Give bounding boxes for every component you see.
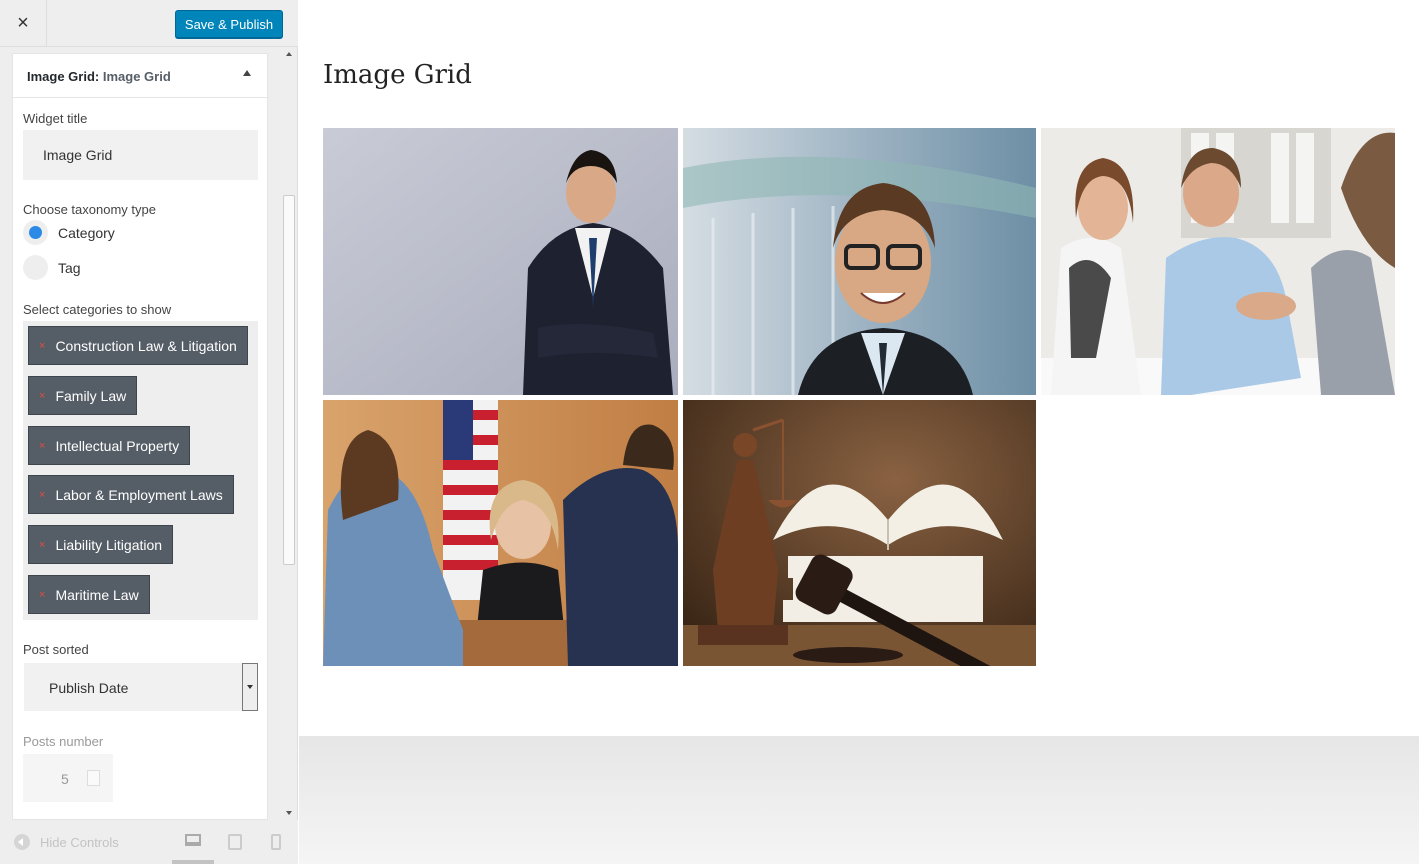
- hide-controls-button[interactable]: Hide Controls: [14, 834, 119, 850]
- categories-select[interactable]: × Construction Law & Litigation × Family L…: [23, 321, 258, 620]
- post-sorted-select[interactable]: Publish Date: [24, 663, 258, 711]
- post-sorted-value: Publish Date: [49, 680, 129, 696]
- widget-title-input[interactable]: [23, 130, 258, 180]
- save-publish-button[interactable]: Save & Publish: [175, 10, 283, 38]
- category-chip[interactable]: × Intellectual Property: [28, 426, 191, 465]
- remove-icon[interactable]: ×: [39, 340, 45, 352]
- category-chip[interactable]: × Maritime Law: [28, 575, 150, 614]
- radio-tag-label: Tag: [58, 260, 81, 276]
- page-title: Image Grid: [323, 60, 472, 90]
- chevron-down-icon[interactable]: [242, 663, 258, 711]
- grid-image-smiling-man[interactable]: [683, 128, 1036, 395]
- grid-image-justice[interactable]: [683, 400, 1036, 666]
- preview-footer-area: [299, 736, 1419, 864]
- tablet-preview-icon[interactable]: [228, 834, 242, 850]
- widget-title-label: Widget title: [23, 111, 88, 126]
- remove-icon[interactable]: ×: [39, 589, 45, 601]
- radio-category[interactable]: [23, 220, 48, 245]
- radio-category-label: Category: [58, 225, 115, 241]
- mobile-preview-icon[interactable]: [271, 834, 281, 850]
- remove-icon[interactable]: ×: [39, 539, 45, 551]
- widget-header[interactable]: Image Grid: Image Grid: [13, 54, 267, 98]
- close-icon[interactable]: ×: [0, 0, 47, 47]
- category-chip[interactable]: × Family Law: [28, 376, 138, 415]
- categories-label: Select categories to show: [23, 302, 172, 317]
- widget-header-title: Image Grid: Image Grid: [27, 69, 171, 84]
- hide-controls-label: Hide Controls: [40, 834, 119, 850]
- widget-name: Image Grid: [102, 69, 171, 84]
- remove-icon[interactable]: ×: [39, 489, 45, 501]
- customizer-header: × Save & Publish: [0, 0, 298, 47]
- customizer-sidebar: × Save & Publish Image Grid: Image Grid …: [0, 0, 298, 864]
- desktop-preview-icon[interactable]: [185, 834, 201, 846]
- posts-number-value: 5: [61, 771, 69, 787]
- site-preview: Image Grid: [299, 0, 1419, 864]
- grid-image-businessman[interactable]: [323, 128, 678, 395]
- number-stepper[interactable]: [87, 770, 100, 786]
- scroll-down-icon[interactable]: [286, 811, 292, 815]
- posts-number-label: Posts number: [23, 734, 104, 749]
- post-sorted-label: Post sorted: [23, 642, 89, 657]
- scrollbar-thumb[interactable]: [283, 195, 295, 565]
- customizer-footer: Hide Controls: [0, 820, 298, 864]
- remove-icon[interactable]: ×: [39, 390, 45, 402]
- category-chip[interactable]: × Labor & Employment Laws: [28, 475, 234, 514]
- remove-icon[interactable]: ×: [39, 440, 45, 452]
- active-device-indicator: [172, 860, 214, 864]
- scroll-up-icon[interactable]: [286, 52, 292, 56]
- panel-scrollbar[interactable]: [282, 47, 296, 820]
- radio-tag[interactable]: [23, 255, 48, 280]
- collapse-icon: [14, 834, 30, 850]
- grid-image-handshake[interactable]: [1041, 128, 1395, 395]
- grid-image-courtroom[interactable]: [323, 400, 678, 666]
- widget-panel: Image Grid: Image Grid Widget title Choo…: [12, 53, 268, 820]
- posts-number-input[interactable]: 5: [23, 754, 113, 802]
- category-chip[interactable]: × Construction Law & Litigation: [28, 326, 248, 365]
- category-chip[interactable]: × Liability Litigation: [28, 525, 174, 564]
- collapse-arrow-icon[interactable]: [243, 70, 251, 76]
- widget-type: Image Grid:: [27, 69, 100, 84]
- taxonomy-label: Choose taxonomy type: [23, 202, 156, 217]
